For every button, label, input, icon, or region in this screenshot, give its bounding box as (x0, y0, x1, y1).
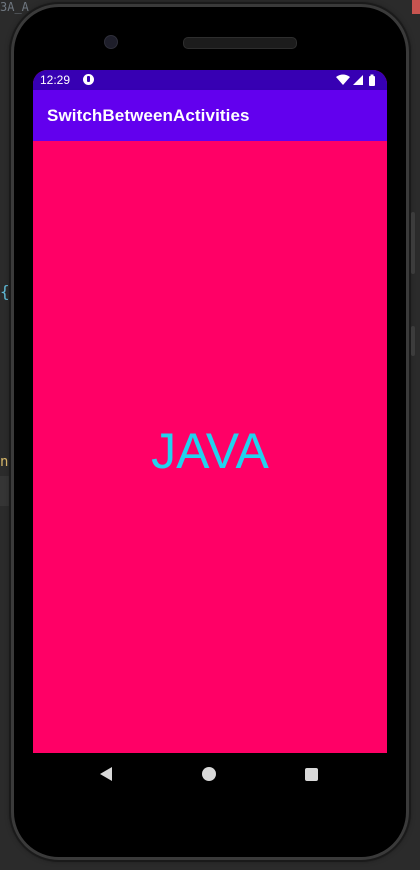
home-icon[interactable] (202, 767, 216, 781)
status-bar: 12:29 (33, 70, 387, 90)
earpiece-speaker (183, 37, 297, 49)
ide-tab-fragment: 3A_A (0, 0, 29, 14)
navigation-bar (33, 753, 387, 798)
power-button[interactable] (411, 326, 415, 356)
center-label: JAVA (151, 423, 269, 479)
status-time: 12:29 (40, 73, 71, 87)
recents-icon[interactable] (305, 768, 318, 781)
status-icons (335, 73, 379, 87)
ide-close-marker (412, 0, 420, 14)
notification-icon (83, 74, 94, 85)
app-bar: SwitchBetweenActivities (33, 90, 387, 141)
ide-code-fragment: { (0, 282, 10, 301)
app-title: SwitchBetweenActivities (47, 106, 250, 125)
front-camera-icon (104, 35, 118, 49)
battery-icon (369, 74, 375, 86)
device-screen: 12:29 SwitchBetweenActivities JAVA (33, 70, 387, 753)
back-icon[interactable] (100, 767, 112, 781)
activity-content: JAVA (33, 141, 387, 753)
wifi-icon (336, 74, 350, 85)
ide-code-fragment-2: n (0, 454, 9, 470)
volume-button[interactable] (411, 212, 415, 274)
signal-icon (353, 75, 363, 85)
